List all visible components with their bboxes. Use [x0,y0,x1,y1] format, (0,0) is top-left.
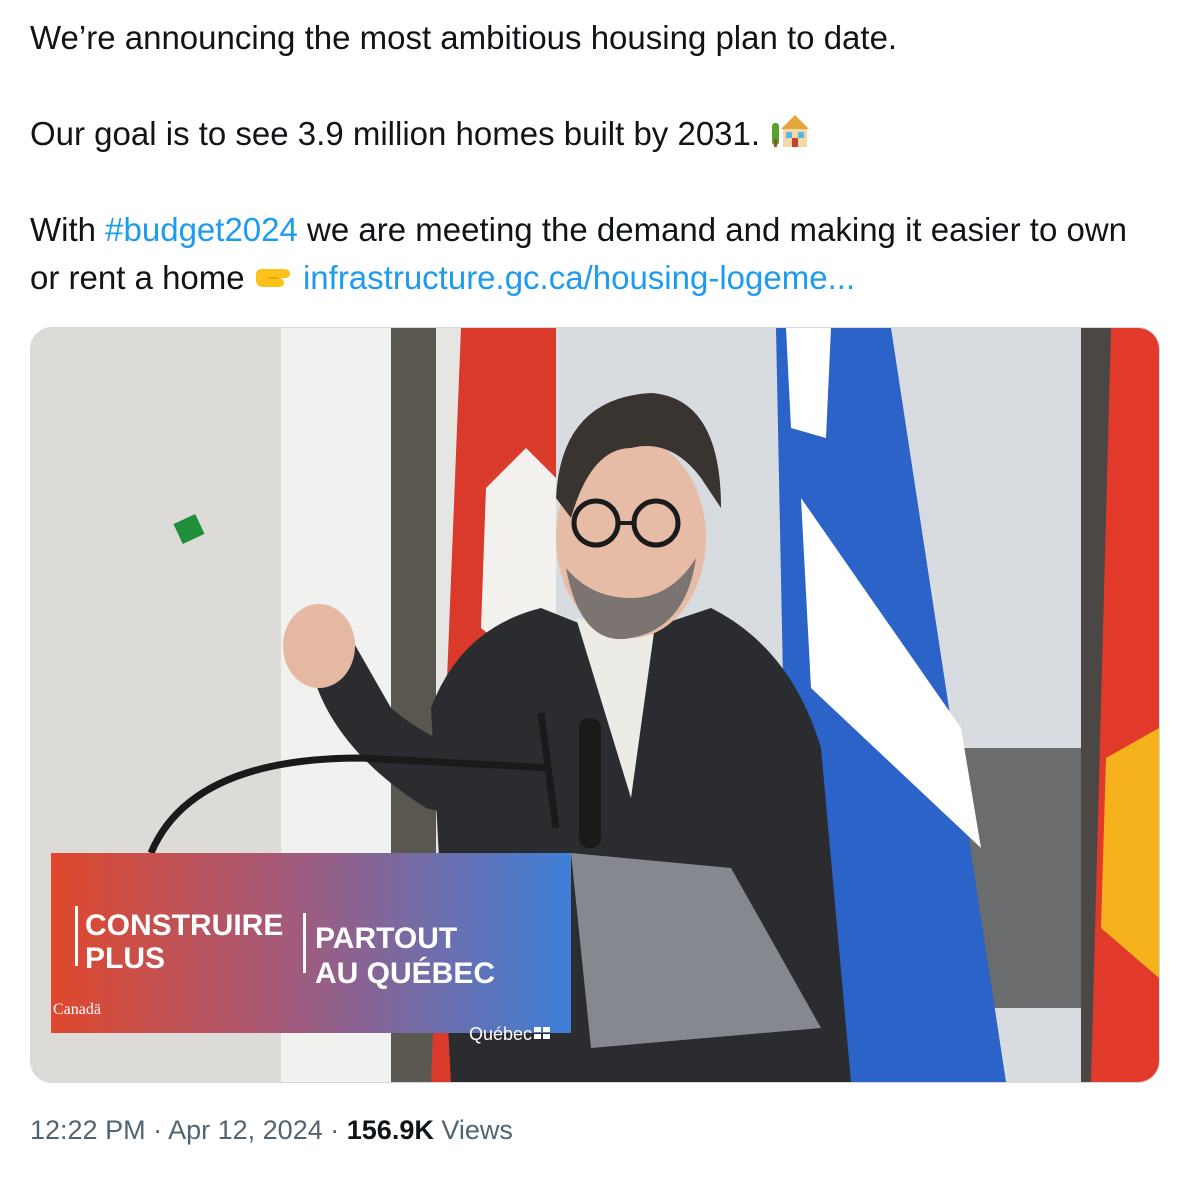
tweet-line-1: We’re announcing the most ambitious hous… [30,19,898,56]
podium-right-line-2: AU QUÉBEC [315,956,495,990]
tweet-photo[interactable]: CONSTRUIRE PLUS PARTOUT AU QUÉBEC Canadä… [30,327,1160,1083]
separator: · [330,1115,340,1145]
tweet-line-2: Our goal is to see 3.9 million homes bui… [30,110,810,162]
tweet-metadata: 12:22 PM · Apr 12, 2024 · 156.9K Views [30,1115,513,1146]
podium-right-line-1: PARTOUT [315,922,457,955]
pointing-right-icon [254,258,294,306]
press-conference-photo: CONSTRUIRE PLUS PARTOUT AU QUÉBEC Canadä… [31,328,1159,1082]
timestamp-link[interactable]: 12:22 PM · Apr 12, 2024 [30,1115,323,1145]
separator: · [153,1115,163,1145]
views-label: Views [441,1115,513,1145]
tweet-time: 12:22 PM [30,1115,146,1145]
tweet-line-3-prefix: With [30,211,96,248]
house-with-garden-icon [769,111,810,162]
quebec-wordmark: Québec [469,1024,532,1044]
tweet-date: Apr 12, 2024 [168,1115,323,1145]
tweet-line-3: With #budget2024 we are meeting the dema… [30,206,1160,306]
canada-wordmark: Canadä [53,1001,101,1018]
external-link[interactable]: infrastructure.gc.ca/housing-logeme... [303,259,855,296]
podium-left-line-1: CONSTRUIRE [85,909,283,942]
podium-left-line-2: PLUS [85,942,165,975]
tweet-line-2-text: Our goal is to see 3.9 million homes bui… [30,115,761,152]
views-count: 156.9K [346,1115,434,1145]
hashtag-link[interactable]: #budget2024 [105,211,298,248]
